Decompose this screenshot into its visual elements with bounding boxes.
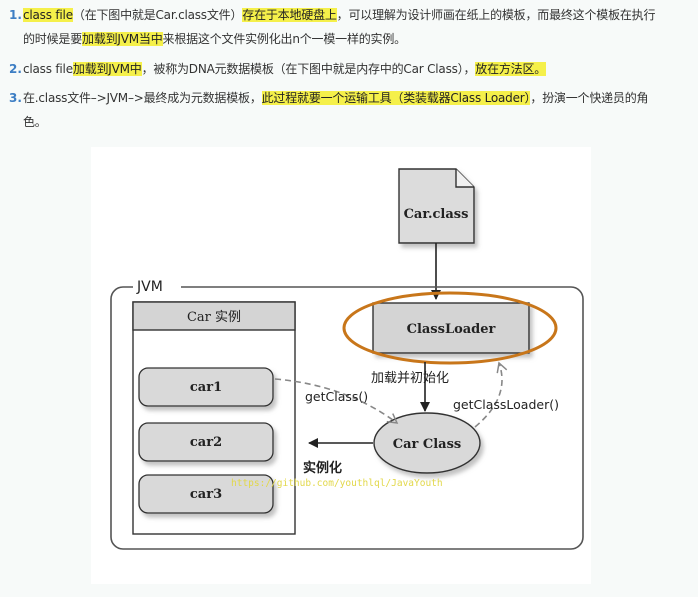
list-line: class file（在下图中就是Car.class文件）存在于本地硬盘上，可以… bbox=[23, 3, 691, 27]
getclass-label: getClass() bbox=[305, 389, 368, 404]
list-number: 2. bbox=[9, 62, 22, 76]
list-number: 3. bbox=[9, 91, 22, 105]
plain-text: ，被称为DNA元数据模板（在下图中就是内存中的Car Class）， bbox=[141, 62, 476, 76]
jvm-label: JVM bbox=[136, 279, 163, 295]
file-label: Car.class bbox=[404, 207, 469, 222]
plain-text: 来根据这个文件实例化出n个一模一样的实例。 bbox=[162, 32, 407, 46]
highlight-text: 此过程就要一个运输工具（类装载器Class Loader） bbox=[261, 91, 531, 105]
plain-text: ，可以理解为设计师画在纸上的模板，而最终这个模板在执行 bbox=[336, 8, 656, 22]
diagram-canvas: Car.class JVM Car 实例 car1 car2 car3 Clas… bbox=[110, 168, 584, 550]
file-icon bbox=[398, 168, 475, 244]
plain-text: （在下图中就是Car.class文件） bbox=[72, 8, 243, 22]
plain-text: 在.class文件–>JVM–>最终成为元数据模板， bbox=[23, 91, 262, 105]
list-line: class file加载到JVM中，被称为DNA元数据模板（在下图中就是内存中的… bbox=[23, 57, 691, 81]
list-text: 在.class文件–>JVM–>最终成为元数据模板，此过程就要一个运输工具（类装… bbox=[23, 86, 691, 134]
plain-text: class file bbox=[23, 62, 73, 76]
carclass-label: Car Class bbox=[393, 437, 462, 452]
list-line: 色。 bbox=[23, 110, 691, 134]
list-text: class file（在下图中就是Car.class文件）存在于本地硬盘上，可以… bbox=[23, 3, 691, 51]
list-line: 在.class文件–>JVM–>最终成为元数据模板，此过程就要一个运输工具（类装… bbox=[23, 86, 691, 110]
highlight-text: 放在方法区。 bbox=[475, 62, 547, 76]
highlight-text: 加载到JVM当中 bbox=[82, 32, 163, 46]
instance-panel: Car 实例 car1 car2 car3 bbox=[132, 301, 296, 535]
highlight-text: 加载到JVM中 bbox=[72, 62, 142, 76]
list-text: class file加载到JVM中，被称为DNA元数据模板（在下图中就是内存中的… bbox=[23, 57, 691, 81]
instance-panel-title: Car 实例 bbox=[187, 310, 241, 325]
getclassloader-label: getClassLoader() bbox=[453, 397, 559, 412]
list-line: 的时候是要加载到JVM当中来根据这个文件实例化出n个一模一样的实例。 bbox=[23, 27, 691, 51]
instance-car2-label: car2 bbox=[190, 435, 222, 450]
classloader-label: ClassLoader bbox=[407, 322, 496, 337]
load-init-label: 加载并初始化 bbox=[371, 371, 449, 386]
plain-text: 色。 bbox=[23, 115, 47, 129]
plain-text: 的时候是要 bbox=[23, 32, 83, 46]
classloader-diagram: Car.class JVM Car 实例 car1 car2 car3 Clas… bbox=[91, 147, 591, 584]
highlight-text: class file bbox=[23, 8, 73, 22]
watermark-text: https://github.com/youthlql/JavaYouth bbox=[231, 478, 443, 489]
list-number: 1. bbox=[9, 8, 22, 22]
instance-car1-label: car1 bbox=[190, 380, 222, 395]
plain-text: ，扮演一个快递员的角 bbox=[530, 91, 649, 105]
instantiate-label: 实例化 bbox=[303, 460, 342, 476]
arrow-getclassloader bbox=[474, 361, 508, 428]
instance-car3-label: car3 bbox=[190, 487, 222, 502]
highlight-text: 存在于本地硬盘上 bbox=[242, 8, 337, 22]
